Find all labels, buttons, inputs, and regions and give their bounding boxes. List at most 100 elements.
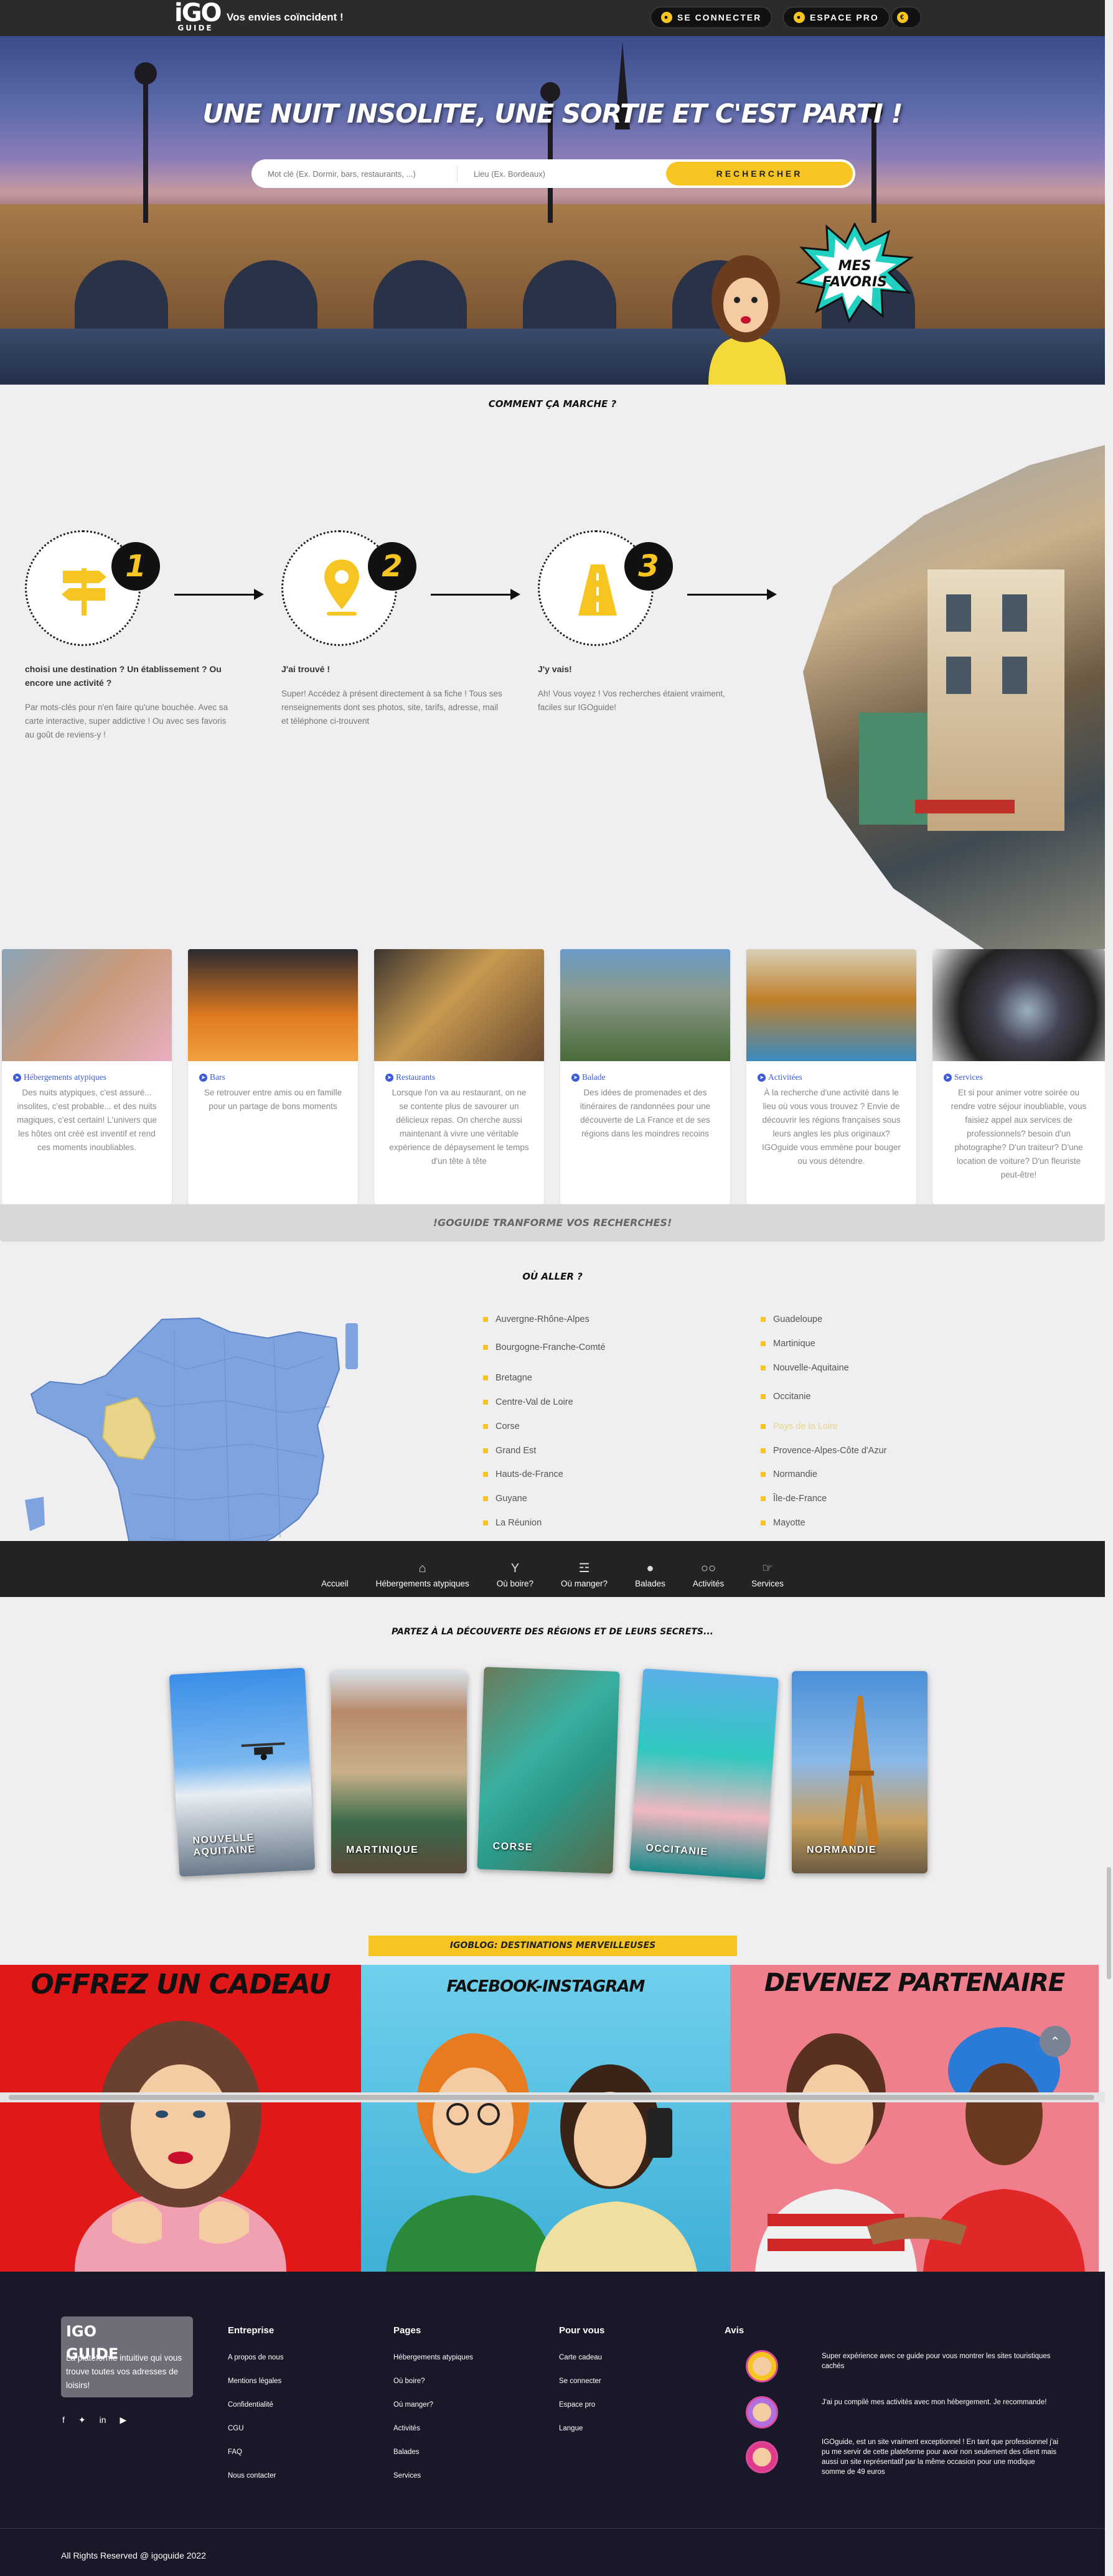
promo-social[interactable]: FACEBOOK-INSTAGRAM: [361, 1965, 730, 2272]
footer-link[interactable]: CGU: [228, 2425, 244, 2432]
footer-link[interactable]: Services: [393, 2472, 421, 2480]
site-logo[interactable]: iGO GUIDE: [174, 1, 222, 34]
vertical-scrollbar[interactable]: [1105, 0, 1113, 2576]
favorites-badge[interactable]: MES FAVORIS: [796, 223, 914, 322]
region-link[interactable]: Guadeloupe: [761, 1314, 822, 1324]
region-link[interactable]: Martinique: [761, 1339, 815, 1349]
footer-link[interactable]: Où boire?: [393, 2377, 425, 2385]
footer-link[interactable]: Carte cadeau: [559, 2354, 602, 2361]
footer-link[interactable]: Langue: [559, 2425, 583, 2432]
region-label[interactable]: Hauts-de-France: [495, 1469, 563, 1479]
region-link[interactable]: Bretagne: [483, 1373, 532, 1383]
nav-activites[interactable]: ○○ Activités: [693, 1560, 724, 1588]
region-link[interactable]: Île-de-France: [761, 1494, 827, 1504]
card-title[interactable]: Bars: [210, 1072, 225, 1082]
region-label[interactable]: Centre-Val de Loire: [495, 1397, 573, 1407]
region-label[interactable]: Grand Est: [495, 1446, 536, 1456]
region-link-active[interactable]: Pays de la Loire: [761, 1421, 838, 1431]
region-card-martinique[interactable]: MARTINIQUE: [331, 1671, 467, 1873]
region-label[interactable]: Provence-Alpes-Côte d'Azur: [773, 1446, 887, 1456]
footer-link[interactable]: Nous contacter: [228, 2472, 276, 2480]
region-label[interactable]: Normandie: [773, 1469, 817, 1479]
region-label[interactable]: Guadeloupe: [773, 1314, 822, 1324]
nav-ou-manger[interactable]: ☲ Où manger?: [561, 1560, 608, 1588]
currency-button[interactable]: €: [891, 7, 921, 28]
region-label[interactable]: La Réunion: [495, 1518, 542, 1528]
category-card-bars[interactable]: ➤ Bars Se retrouver entre amis ou en fami…: [188, 949, 358, 1204]
nav-services[interactable]: ☞ Services: [751, 1560, 784, 1588]
category-card-services[interactable]: ➤ Services Et si pour animer votre soirée…: [932, 949, 1105, 1204]
region-label[interactable]: Guyane: [495, 1494, 527, 1504]
region-label[interactable]: Auvergne-Rhône-Alpes: [495, 1314, 589, 1324]
region-card-nouvelle-aquitaine[interactable]: NOUVELLE AQUITAINE: [169, 1667, 316, 1877]
footer-link[interactable]: Balades: [393, 2448, 420, 2456]
footer-link[interactable]: Confidentialité: [228, 2401, 273, 2409]
region-link[interactable]: Nouvelle-Aquitaine: [761, 1363, 849, 1373]
footer-logo[interactable]: IGO GUIDE: [66, 2320, 118, 2363]
category-card-hebergements[interactable]: ➤ Hébergements atypiques Des nuits atypiq…: [2, 949, 172, 1204]
location-search-input[interactable]: [458, 159, 663, 188]
region-link[interactable]: Grand Est: [483, 1446, 536, 1456]
step-2-text: Super! Accédez à présent directement à s…: [281, 689, 502, 726]
region-link[interactable]: La Réunion: [483, 1518, 542, 1528]
card-title[interactable]: Services: [954, 1072, 983, 1082]
footer-link[interactable]: Où manger?: [393, 2401, 433, 2409]
region-link[interactable]: Normandie: [761, 1469, 817, 1479]
region-link[interactable]: Provence-Alpes-Côte d'Azur: [761, 1446, 887, 1456]
pro-space-button[interactable]: ● ESPACE PRO: [783, 7, 890, 28]
region-label[interactable]: Bourgogne-Franche-Comté: [495, 1342, 606, 1352]
category-card-balade[interactable]: ➤ Balade Des idées de promenades et des i…: [560, 949, 730, 1204]
nav-ou-boire[interactable]: Y Où boire?: [497, 1560, 533, 1588]
blog-badge[interactable]: IGOBLOG: DESTINATIONS MERVEILLEUSES: [369, 1936, 737, 1956]
region-link[interactable]: Mayotte: [761, 1518, 805, 1528]
footer-link[interactable]: A propos de nous: [228, 2354, 284, 2361]
promo-partner[interactable]: DEVENEZ PARTENAIRE: [730, 1965, 1099, 2272]
region-label[interactable]: Mayotte: [773, 1518, 805, 1528]
search-button[interactable]: RECHERCHER: [666, 162, 853, 185]
region-link[interactable]: Bourgogne-Franche-Comté: [483, 1342, 606, 1352]
region-link[interactable]: Guyane: [483, 1494, 527, 1504]
category-card-activites[interactable]: ➤ Activitées À la recherche d'une activit…: [746, 949, 916, 1204]
region-card-normandie[interactable]: NORMANDIE: [792, 1671, 928, 1873]
footer-link[interactable]: FAQ: [228, 2448, 242, 2456]
horizontal-scrollbar[interactable]: [0, 2092, 1105, 2102]
login-button[interactable]: ● SE CONNECTER: [650, 7, 773, 28]
card-title[interactable]: Balade: [582, 1072, 605, 1082]
youtube-icon[interactable]: ▶: [120, 2415, 127, 2425]
card-title[interactable]: Activitées: [768, 1072, 802, 1082]
region-label[interactable]: Bretagne: [495, 1373, 532, 1383]
region-label[interactable]: Pays de la Loire: [773, 1421, 838, 1431]
bullet-icon: [483, 1520, 488, 1525]
region-label[interactable]: Île-de-France: [773, 1494, 827, 1504]
category-card-restaurants[interactable]: ➤ Restaurants Lorsque l'on va au restaura…: [374, 949, 544, 1204]
facebook-icon[interactable]: f: [62, 2415, 65, 2425]
twitter-icon[interactable]: ✦: [78, 2415, 86, 2425]
region-link[interactable]: Hauts-de-France: [483, 1469, 563, 1479]
footer-link[interactable]: Hébergements atypiques: [393, 2354, 473, 2361]
region-card-occitanie[interactable]: OCCITANIE: [629, 1668, 779, 1880]
card-title[interactable]: Hébergements atypiques: [24, 1072, 106, 1082]
scrollbar-thumb[interactable]: [9, 2095, 1094, 2100]
region-link[interactable]: Centre-Val de Loire: [483, 1397, 573, 1407]
keyword-search-input[interactable]: [251, 159, 457, 188]
region-link[interactable]: Corse: [483, 1421, 520, 1431]
footer-link[interactable]: Se connecter: [559, 2377, 601, 2385]
linkedin-icon[interactable]: in: [100, 2415, 106, 2425]
region-card-corse[interactable]: CORSE: [477, 1667, 620, 1874]
scrollbar-thumb[interactable]: [1107, 1867, 1111, 1979]
region-label[interactable]: Corse: [495, 1421, 520, 1431]
promo-gift[interactable]: OFFREZ UN CADEAU: [0, 1965, 361, 2272]
nav-balades[interactable]: ● Balades: [635, 1560, 665, 1588]
region-label[interactable]: Occitanie: [773, 1392, 810, 1402]
nav-accueil[interactable]: Accueil: [321, 1560, 349, 1588]
footer-link[interactable]: Activités: [393, 2425, 420, 2432]
card-title[interactable]: Restaurants: [396, 1072, 435, 1082]
region-link[interactable]: Occitanie: [761, 1392, 810, 1402]
footer-link[interactable]: Espace pro: [559, 2401, 595, 2409]
region-label[interactable]: Martinique: [773, 1339, 815, 1349]
footer-link[interactable]: Mentions légales: [228, 2377, 281, 2385]
region-label[interactable]: Nouvelle-Aquitaine: [773, 1363, 849, 1373]
back-to-top-button[interactable]: ⌃: [1040, 2026, 1071, 2057]
region-link[interactable]: Auvergne-Rhône-Alpes: [483, 1314, 589, 1324]
nav-hebergements[interactable]: ⌂ Hébergements atypiques: [376, 1560, 469, 1588]
